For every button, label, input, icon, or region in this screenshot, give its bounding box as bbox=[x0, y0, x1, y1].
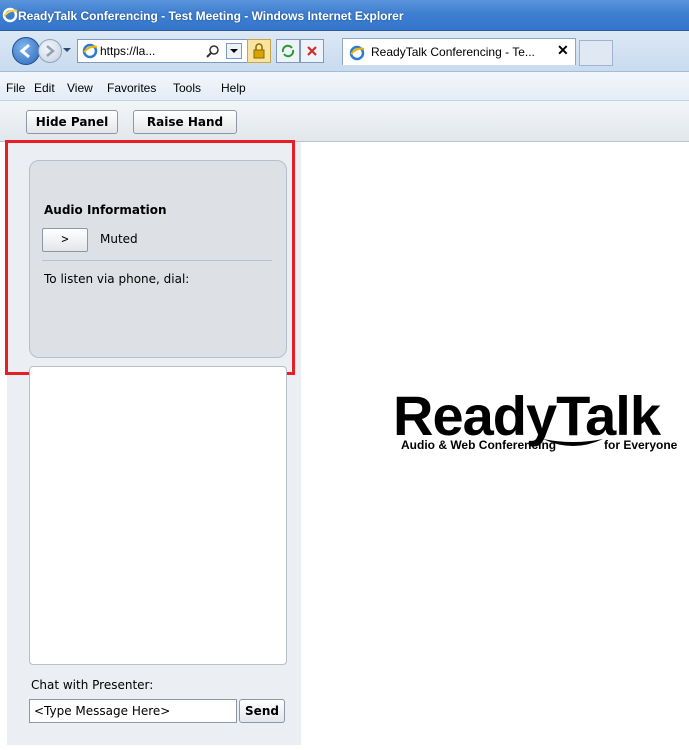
ie-logo-icon bbox=[2, 7, 18, 23]
security-lock-button[interactable] bbox=[247, 39, 271, 63]
window-titlebar: ReadyTalk Conferencing - Test Meeting - … bbox=[0, 0, 689, 31]
back-button[interactable] bbox=[12, 37, 40, 65]
highlight-box bbox=[5, 140, 295, 375]
forward-arrow-icon bbox=[46, 45, 55, 57]
address-dropdown-button[interactable] bbox=[226, 43, 242, 59]
new-tab-button[interactable] bbox=[579, 40, 613, 66]
tab-close-icon[interactable]: ✕ bbox=[557, 42, 569, 59]
menu-item-tools[interactable]: Tools bbox=[173, 81, 201, 95]
meeting-toolbar: Hide Panel Raise Hand bbox=[0, 101, 689, 142]
chevron-down-icon bbox=[230, 49, 238, 53]
menu-item-help[interactable]: Help bbox=[221, 81, 246, 95]
readytalk-logo: ReadyTalk Audio & Web Conferencing for E… bbox=[393, 395, 689, 455]
logo-tagline-left: Audio & Web Conferencing bbox=[401, 438, 557, 452]
tab-page-icon bbox=[349, 45, 365, 61]
window-title: ReadyTalk Conferencing - Test Meeting - … bbox=[18, 9, 404, 23]
navigation-bar: https://la... ReadyTalk Conferencing - T… bbox=[0, 31, 689, 72]
history-dropdown-icon[interactable] bbox=[62, 45, 72, 55]
address-text[interactable]: https://la... bbox=[100, 44, 155, 58]
ie-page-icon bbox=[82, 43, 98, 59]
send-button[interactable]: Send bbox=[239, 699, 285, 723]
chat-messages-area[interactable] bbox=[29, 366, 287, 665]
chat-label: Chat with Presenter: bbox=[31, 678, 154, 692]
stop-icon bbox=[307, 46, 317, 56]
chat-message-input[interactable] bbox=[29, 699, 237, 723]
lock-icon bbox=[253, 43, 265, 59]
menu-item-view[interactable]: View bbox=[67, 81, 93, 95]
back-arrow-icon bbox=[19, 43, 30, 59]
forward-button[interactable] bbox=[38, 39, 62, 63]
menu-item-favorites[interactable]: Favorites bbox=[107, 81, 156, 95]
refresh-icon bbox=[281, 44, 295, 58]
hide-panel-button[interactable]: Hide Panel bbox=[26, 110, 118, 134]
address-bar[interactable]: https://la... bbox=[77, 39, 269, 63]
logo-tagline-right: for Everyone bbox=[604, 438, 678, 452]
browser-tab[interactable]: ReadyTalk Conferencing - Te... ✕ bbox=[342, 38, 576, 65]
menu-bar: File Edit View Favorites Tools Help bbox=[0, 72, 689, 101]
menu-item-file[interactable]: File bbox=[6, 81, 25, 95]
menu-item-edit[interactable]: Edit bbox=[34, 81, 55, 95]
raise-hand-button[interactable]: Raise Hand bbox=[133, 110, 237, 134]
search-icon[interactable] bbox=[206, 44, 220, 58]
refresh-button[interactable] bbox=[276, 39, 300, 63]
tab-label: ReadyTalk Conferencing - Te... bbox=[371, 45, 535, 59]
stop-button[interactable] bbox=[300, 39, 324, 63]
